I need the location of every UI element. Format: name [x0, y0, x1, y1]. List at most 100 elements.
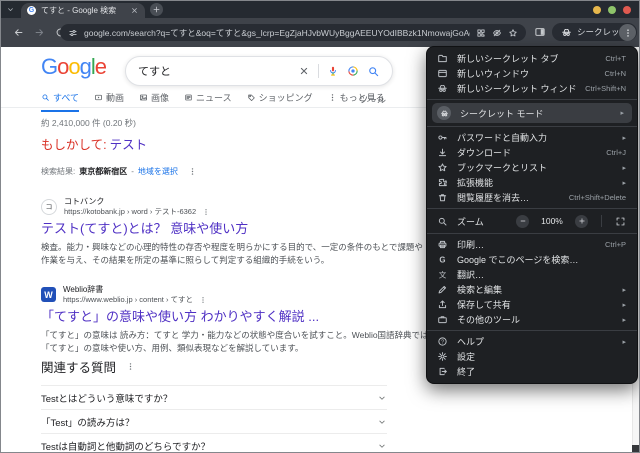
menu-item-label: 拡張機能 [457, 178, 494, 188]
google-logo: Google [41, 54, 107, 79]
menu-item-print[interactable]: 印刷… Ctrl+P [427, 237, 637, 252]
download-icon [437, 147, 448, 158]
related-question[interactable]: Testとはどういう意味ですか？ [41, 385, 387, 409]
menu-item-search-page-with-google[interactable]: G Google でこのページを検索… [427, 252, 637, 267]
voice-search-icon[interactable] [327, 65, 339, 77]
menu-item-bookmarks-lists[interactable]: ブックマークとリスト ▸ [427, 160, 637, 175]
close-button[interactable] [623, 6, 631, 14]
url-text[interactable]: google.com/search?q=てすと&oq=てすと&gs_lcrp=E… [84, 27, 470, 39]
suggestion-link[interactable]: テスト [110, 138, 148, 152]
side-panel-button[interactable] [534, 26, 546, 38]
menu-item-zoom[interactable]: ズーム 100% [427, 212, 637, 230]
menu-item-new-incognito-tab[interactable]: 新しいシークレット タブ Ctrl+T [427, 51, 637, 66]
chevron-down-icon[interactable] [377, 441, 387, 451]
chrome-menu-button[interactable] [619, 24, 636, 41]
bookmark-star-icon[interactable] [508, 28, 518, 38]
menu-item-new-incognito-window[interactable]: 新しいシークレット ウィンドウ Ctrl+Shift+N [427, 81, 637, 96]
location-more-icon[interactable] [188, 167, 197, 176]
shopping-icon [247, 93, 256, 102]
weblio-favicon: W [41, 287, 56, 303]
related-questions-title: 関連する質問 [41, 361, 117, 375]
tab-close-icon[interactable] [130, 6, 139, 15]
search-box[interactable]: てすと [125, 56, 393, 86]
menu-item-incognito-mode[interactable]: シークレット モード ▸ [432, 103, 632, 123]
menu-item-more-tools[interactable]: その他のツール ▸ [427, 312, 637, 327]
menu-item-settings[interactable]: 設定 [427, 349, 637, 364]
result-site-name: コトバンク [64, 197, 105, 206]
serp-tab-動画[interactable]: 動画 [94, 91, 124, 112]
puzzle-icon [437, 177, 448, 188]
forward-button[interactable] [34, 27, 45, 38]
menu-item-translate[interactable]: 文翻訳… [427, 267, 637, 282]
submenu-arrow-icon: ▸ [622, 164, 626, 172]
minimize-button[interactable] [593, 6, 601, 14]
nav-buttons [13, 27, 66, 38]
address-bar[interactable]: google.com/search?q=てすと&oq=てすと&gs_lcrp=E… [60, 24, 526, 41]
google-logo-letter: g [79, 54, 92, 79]
clear-search-icon[interactable] [298, 65, 310, 77]
eye-off-icon[interactable] [492, 28, 502, 38]
fullscreen-icon[interactable] [615, 216, 626, 227]
menu-item-passwords-autofill[interactable]: パスワードと自動入力 ▸ [427, 130, 637, 145]
location-row: 検索結果: 東京都新宿区 - 地域を選択 [41, 166, 197, 177]
related-question[interactable]: Testは自動詞と他動詞のどちらですか？ [41, 433, 387, 452]
incognito-icon [440, 109, 449, 118]
qr-code-icon[interactable] [476, 28, 486, 38]
serp-tab-ショッピング[interactable]: ショッピング [247, 91, 313, 112]
svg-text:?: ? [441, 340, 444, 346]
search-submit-icon[interactable] [367, 65, 380, 78]
back-button[interactable] [13, 27, 24, 38]
related-question[interactable]: 「Test」の読み方は？ [41, 409, 387, 433]
exit-icon [437, 366, 448, 377]
menu-item-find-and-edit[interactable]: 検索と編集 ▸ [427, 282, 637, 297]
result-stats: 約 2,410,000 件 (0.20 秒) [41, 118, 136, 128]
dots-v-icon[interactable] [202, 208, 210, 216]
result-title-link[interactable]: 「てすと」の意味や使い方 わかりやすく解説 ... [41, 309, 433, 325]
menu-item-label: シークレット モード [460, 108, 544, 119]
serp-tab-画像[interactable]: 画像 [139, 91, 169, 112]
menu-item-label: ヘルプ [457, 337, 485, 347]
location-separator: - [131, 167, 134, 176]
choose-area-link[interactable]: 地域を選択 [138, 166, 178, 177]
result-title-link[interactable]: テスト(てすと)とは？ 意味や使い方 [41, 221, 433, 237]
result-url: https://www.weblio.jp › content › てすと [63, 295, 194, 304]
image-icon [139, 93, 148, 102]
suggestion-label: もしかして: [41, 138, 107, 152]
tab-title: てすと - Google 検索 [41, 6, 117, 15]
incognito-icon [561, 27, 572, 38]
chevron-down-icon[interactable] [377, 393, 387, 403]
tab-search-icon[interactable] [6, 5, 15, 14]
related-questions-header: 関連する質問 [41, 357, 387, 376]
chevron-down-icon[interactable] [377, 417, 387, 427]
menu-item-shortcut: Ctrl+Shift+Delete [568, 193, 626, 202]
search-query[interactable]: てすと [138, 63, 290, 79]
menu-item-shortcut: Ctrl+T [605, 54, 626, 63]
result-meta: Weblio辞書 https://www.weblio.jp › content … [63, 285, 207, 304]
menu-item-help[interactable]: ? ヘルプ ▸ [427, 334, 637, 349]
dots-v-icon[interactable] [199, 296, 207, 304]
menu-item-label: 新しいシークレット タブ [457, 54, 559, 64]
menu-item-label: 印刷… [457, 240, 485, 250]
google-lens-icon[interactable] [347, 65, 359, 77]
tools-button[interactable]: ツール [359, 93, 386, 106]
menu-item-save-and-share[interactable]: 保存して共有 ▸ [427, 297, 637, 312]
submenu-arrow-icon: ▸ [620, 110, 624, 117]
zoom-out-button[interactable] [516, 214, 529, 228]
menu-item-downloads[interactable]: ダウンロード Ctrl+J [427, 145, 637, 160]
serp-tab-すべて[interactable]: すべて [41, 91, 80, 112]
maximize-button[interactable] [608, 6, 616, 14]
menu-item-clear-browsing-data[interactable]: 閲覧履歴を消去… Ctrl+Shift+Delete [427, 190, 637, 205]
new-tab-button[interactable] [150, 3, 163, 16]
related-more-icon[interactable] [126, 362, 135, 371]
zoom-in-button[interactable] [575, 214, 588, 228]
gear-icon [437, 351, 448, 362]
browser-tab[interactable]: G てすと - Google 検索 [21, 3, 145, 18]
site-settings-icon[interactable] [68, 28, 78, 38]
serp-tab-ニュース[interactable]: ニュース [184, 91, 232, 112]
menu-item-new-window[interactable]: 新しいウィンドウ Ctrl+N [427, 66, 637, 81]
minus-icon [519, 217, 527, 225]
browser-toolbar: google.com/search?q=てすと&oq=てすと&gs_lcrp=E… [1, 18, 639, 47]
svg-text:G: G [439, 255, 445, 264]
menu-item-exit[interactable]: 終了 [427, 364, 637, 379]
menu-item-extensions[interactable]: 拡張機能 ▸ [427, 175, 637, 190]
